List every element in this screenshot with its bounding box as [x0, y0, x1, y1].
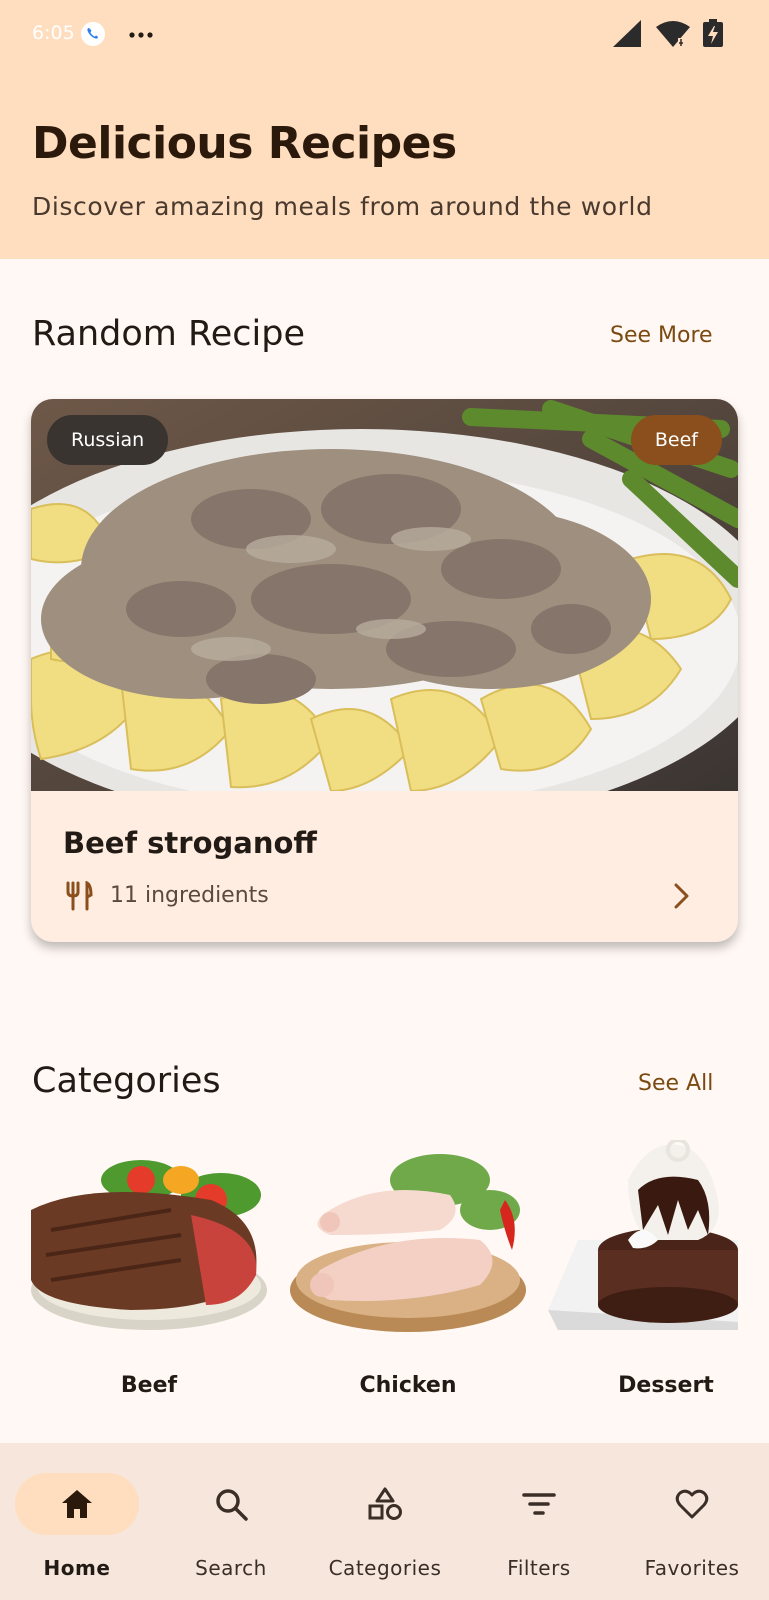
- category-card-chicken[interactable]: Chicken: [290, 1140, 526, 1410]
- page-subtitle: Discover amazing meals from around the w…: [32, 192, 653, 221]
- category-card-dessert[interactable]: Dessert: [548, 1140, 769, 1410]
- nav-item-home[interactable]: Home: [0, 1443, 154, 1600]
- wifi-icon: [655, 19, 691, 53]
- nav-item-filters[interactable]: Filters: [462, 1443, 616, 1600]
- nav-label-favorites: Favorites: [644, 1556, 740, 1580]
- nav-item-search[interactable]: Search: [154, 1443, 308, 1600]
- category-label-beef: Beef: [120, 1373, 178, 1398]
- chevron-right-icon[interactable]: [671, 881, 693, 915]
- nav-item-categories[interactable]: Categories: [308, 1443, 462, 1600]
- see-all-link[interactable]: See All: [638, 1071, 713, 1096]
- see-more-link[interactable]: See More: [610, 323, 713, 348]
- header: 6:05 Delicious Recipes Discover amazing …: [0, 0, 769, 259]
- nav-label-categories: Categories: [328, 1556, 442, 1580]
- category-card-beef[interactable]: Beef: [31, 1140, 267, 1410]
- ingredients-count: 11 ingredients: [110, 883, 269, 908]
- more-dots-icon: [128, 21, 156, 46]
- status-bar: 6:05: [0, 0, 769, 70]
- recipe-name: Beef stroganoff: [63, 826, 317, 860]
- phone-call-icon: [81, 22, 105, 46]
- search-icon: [213, 1486, 249, 1526]
- nav-label-search: Search: [195, 1556, 267, 1580]
- category-image-chicken: [290, 1154, 526, 1332]
- shapes-icon: [367, 1486, 403, 1526]
- random-recipe-section-title: Random Recipe: [32, 314, 306, 354]
- filter-icon: [521, 1486, 557, 1526]
- category-label-chicken: Chicken: [359, 1373, 457, 1398]
- status-time: 6:05: [32, 22, 75, 44]
- bottom-navigation-bar: Home Search Categories Filters Favorites: [0, 1443, 769, 1600]
- category-image-beef: [31, 1160, 267, 1330]
- category-label-dessert: Dessert: [618, 1373, 714, 1398]
- category-chip: Beef: [630, 415, 722, 465]
- categories-section-title: Categories: [32, 1061, 221, 1101]
- random-recipe-card[interactable]: Russian Beef Beef stroganoff 11 ingredie…: [31, 399, 738, 942]
- utensils-icon: [65, 880, 93, 915]
- signal-icon: [612, 19, 642, 52]
- area-chip: Russian: [47, 415, 169, 465]
- battery-charging-icon: [702, 18, 724, 52]
- nav-item-favorites[interactable]: Favorites: [615, 1443, 769, 1600]
- home-icon: [59, 1486, 95, 1526]
- page-title: Delicious Recipes: [32, 118, 457, 169]
- category-image-dessert: [548, 1140, 738, 1330]
- nav-label-filters: Filters: [507, 1556, 571, 1580]
- nav-label-home: Home: [43, 1556, 111, 1580]
- heart-icon: [674, 1486, 710, 1526]
